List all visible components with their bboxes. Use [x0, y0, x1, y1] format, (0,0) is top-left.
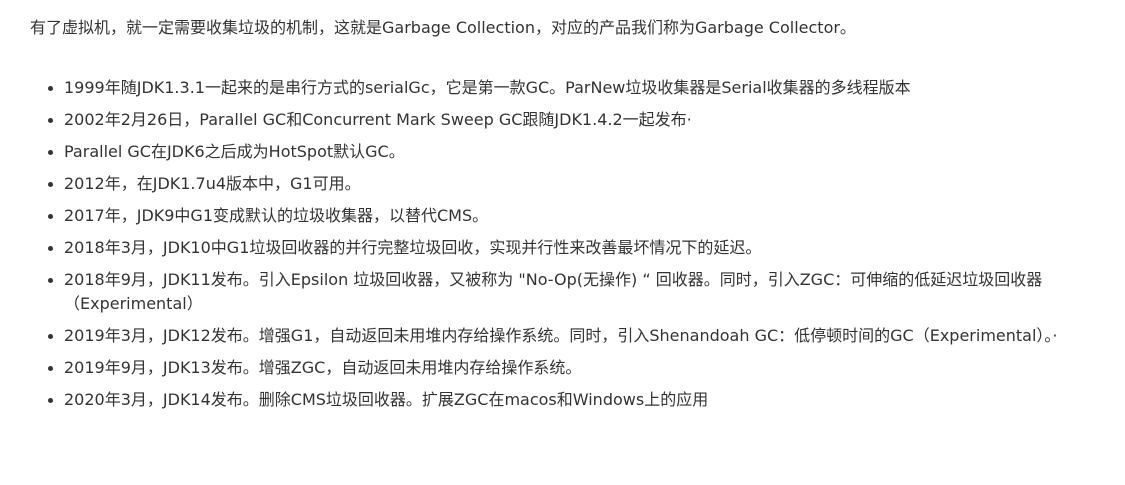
bullet-icon	[48, 150, 53, 155]
gc-history-list: 1999年随JDK1.3.1一起来的是串行方式的serialGc，它是第一款GC…	[30, 76, 1105, 412]
list-item: 2017年，JDK9中G1变成默认的垃圾收集器，以替代CMS。	[30, 204, 1105, 228]
bullet-icon	[48, 214, 53, 219]
list-item-text: 2019年3月，JDK12发布。增强G1，自动返回未用堆内存给操作系统。同时，引…	[64, 326, 1058, 345]
list-item: 2002年2月26日，Parallel GC和Concurrent Mark S…	[30, 108, 1105, 132]
bullet-icon	[48, 398, 53, 403]
list-item-text: 2002年2月26日，Parallel GC和Concurrent Mark S…	[64, 110, 692, 129]
list-item: 2012年，在JDK1.7u4版本中，G1可用。	[30, 172, 1105, 196]
list-item-text: 2018年9月，JDK11发布。引入Epsilon 垃圾回收器，又被称为 "No…	[64, 270, 1043, 313]
list-item-text: 2019年9月，JDK13发布。增强ZGC，自动返回未用堆内存给操作系统。	[64, 358, 582, 377]
list-item-text: 2020年3月，JDK14发布。删除CMS垃圾回收器。扩展ZGC在macos和W…	[64, 390, 709, 409]
document-body: 有了虚拟机，就一定需要收集垃圾的机制，这就是Garbage Collection…	[0, 0, 1125, 485]
bullet-icon	[48, 278, 53, 283]
list-item: 2020年3月，JDK14发布。删除CMS垃圾回收器。扩展ZGC在macos和W…	[30, 388, 1105, 412]
list-item-text: 2012年，在JDK1.7u4版本中，G1可用。	[64, 174, 361, 193]
list-item: 1999年随JDK1.3.1一起来的是串行方式的serialGc，它是第一款GC…	[30, 76, 1105, 100]
list-item-text: 2017年，JDK9中G1变成默认的垃圾收集器，以替代CMS。	[64, 206, 489, 225]
list-item: 2018年3月，JDK10中G1垃圾回收器的并行完整垃圾回收，实现并行性来改善最…	[30, 236, 1105, 260]
bullet-icon	[48, 118, 53, 123]
intro-paragraph: 有了虚拟机，就一定需要收集垃圾的机制，这就是Garbage Collection…	[30, 18, 856, 37]
bullet-icon	[48, 366, 53, 371]
bullet-icon	[48, 182, 53, 187]
list-item: Parallel GC在JDK6之后成为HotSpot默认GC。	[30, 140, 1105, 164]
bullet-icon	[48, 86, 53, 91]
list-item: 2019年9月，JDK13发布。增强ZGC，自动返回未用堆内存给操作系统。	[30, 356, 1105, 380]
bullet-icon	[48, 246, 53, 251]
list-item-text: Parallel GC在JDK6之后成为HotSpot默认GC。	[64, 142, 405, 161]
list-item: 2018年9月，JDK11发布。引入Epsilon 垃圾回收器，又被称为 "No…	[30, 268, 1105, 316]
list-item-text: 1999年随JDK1.3.1一起来的是串行方式的serialGc，它是第一款GC…	[64, 78, 911, 97]
list-item-text: 2018年3月，JDK10中G1垃圾回收器的并行完整垃圾回收，实现并行性来改善最…	[64, 238, 762, 257]
bullet-icon	[48, 334, 53, 339]
list-item: 2019年3月，JDK12发布。增强G1，自动返回未用堆内存给操作系统。同时，引…	[30, 324, 1105, 348]
